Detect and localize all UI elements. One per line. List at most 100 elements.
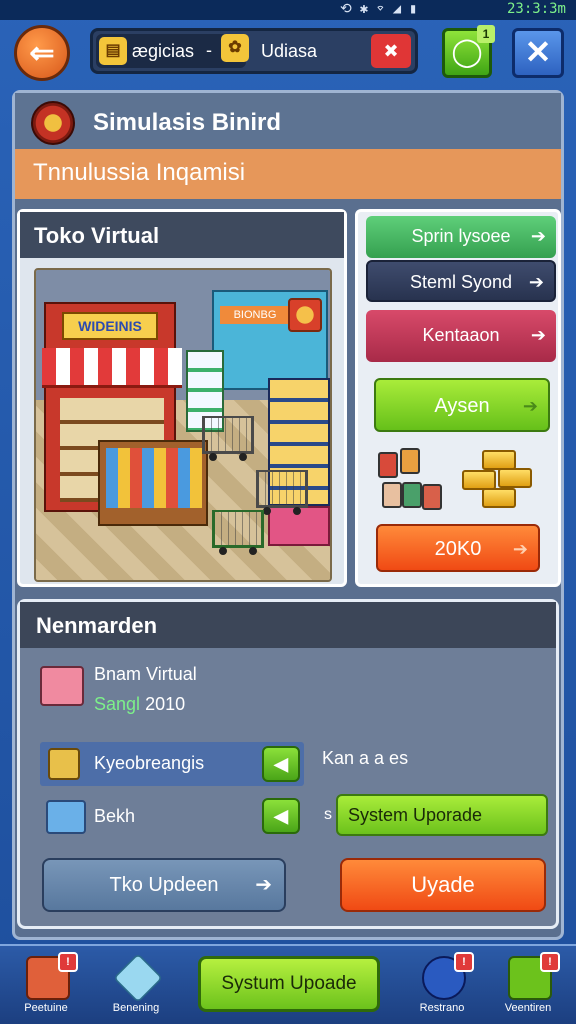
system-upgrade-button[interactable]: System Uporade (336, 794, 548, 836)
menu-label: 20K0 (434, 538, 482, 560)
nav-system-upgrade-button[interactable]: Systum Upoade (198, 956, 380, 1012)
arrow-right-icon: ➔ (255, 874, 272, 896)
gold-bar (482, 488, 516, 508)
jar (422, 484, 442, 510)
resource-bar: ▤ ægicias - ✿ Udiasa ✖ (90, 28, 418, 74)
nav-item-gem[interactable]: Benening (100, 953, 172, 1020)
arrow-right-icon: ➔ (522, 396, 538, 416)
cart-wheel (249, 547, 257, 555)
info-sub-label: Sangl (94, 694, 141, 714)
chevron-left-icon: ◀ (274, 754, 288, 774)
store-awning (42, 348, 182, 388)
arrow-right-icon: ➔ (530, 226, 546, 246)
top-bar: ⇐ ▤ ægicias - ✿ Udiasa ✖ ◯ 1 ✕ (0, 20, 576, 86)
menu-button-3[interactable]: Kentaaon ➔ (366, 310, 556, 362)
nav-item-stats[interactable]: ! Restrano (406, 952, 478, 1020)
pizza-icon (288, 298, 322, 332)
refresh-button[interactable]: ◯ 1 (442, 25, 495, 78)
arrow-right-icon: ➔ (512, 539, 528, 559)
menu-button-1[interactable]: Sprin lysoee ➔ (366, 216, 556, 258)
back-arrow-icon: ⇐ (29, 36, 55, 70)
jar (378, 452, 398, 478)
side-menu: Sprin lysoee ➔ Steml Syond ➔ Kentaaon ➔ … (355, 209, 561, 587)
shop-update-button[interactable]: Tko Updeen ➔ (42, 858, 286, 912)
cart-wheel (239, 453, 247, 461)
jar (382, 482, 402, 508)
gold-bar (482, 450, 516, 470)
bottom-navbar: ! Peetuine Benening Systum Upoade ! Rest… (0, 944, 576, 1024)
info-sub-value: 2010 (145, 694, 186, 714)
upgrade-row-1[interactable]: Kyeobreangis ◀ (40, 742, 304, 786)
info-subtitle: Sangl 2010 (94, 694, 185, 715)
button-label: Tko Updeen (109, 874, 219, 896)
food-kiosk[interactable]: BIONBG (212, 290, 328, 390)
upgrade-button[interactable]: Uyade (340, 858, 546, 912)
cart-wheel (263, 507, 271, 515)
row-confirm-button[interactable]: ◀ (262, 746, 300, 782)
resource-close-button[interactable]: ✖ (371, 34, 411, 68)
management-section: Nenmarden Bnam Virtual Sangl 2010 Kyeobr… (17, 599, 559, 929)
jar (402, 482, 422, 508)
back-button[interactable]: ⇐ (14, 25, 70, 81)
resource-chip-dash: - (206, 40, 212, 60)
menu-label: Sprin lysoee (411, 226, 511, 246)
status-text: Kan a a es (322, 748, 409, 768)
nav-badge: ! (454, 952, 474, 972)
shop-box-icon (40, 666, 84, 706)
resource-label: Udiasa (261, 41, 318, 61)
menu-button-4[interactable]: Aysen ➔ (374, 378, 550, 432)
gold-bar (498, 468, 532, 488)
gold-bars-icon (462, 448, 542, 514)
nav-item-list[interactable]: ! Veentiren (492, 952, 564, 1020)
nav-badge: ! (540, 952, 560, 972)
menu-label: Aysen (434, 395, 490, 417)
app-title: Simulasis Binird (93, 109, 282, 136)
row-confirm-button[interactable]: ◀ (262, 798, 300, 834)
diamond-icon (113, 953, 163, 1003)
nav-label: Peetuine (24, 1002, 68, 1014)
row-label: Kyeobreangis (94, 753, 205, 773)
status-icons: ⟲✱⌔◢▮ (340, 1, 426, 17)
menu-button-5[interactable]: 20K0 ➔ (376, 524, 540, 572)
chevron-left-icon: ◀ (274, 806, 288, 826)
cart-wheel (219, 547, 227, 555)
nav-badge: ! (58, 952, 78, 972)
shop-scene[interactable]: BIONBG WIDEINIS (34, 268, 332, 582)
info-title: Bnam Virtual (94, 664, 197, 684)
coin-icon: ▤ (99, 37, 127, 65)
arrow-right-icon: ➔ (530, 325, 546, 345)
menu-label: Steml Syond (409, 272, 513, 292)
section-title: Nenmarden (20, 602, 556, 648)
nav-label: Veentiren (504, 1002, 552, 1014)
title-row: Simulasis Binird (15, 93, 561, 149)
shopping-cart-icon[interactable] (212, 510, 264, 555)
menu-button-2[interactable]: Steml Syond ➔ (366, 260, 556, 302)
row-marker: s (324, 806, 332, 823)
shopping-cart-icon[interactable] (256, 470, 308, 515)
menu-label: Kentaaon (422, 325, 500, 345)
crate-icon (48, 748, 80, 780)
goods-display (106, 448, 202, 508)
blocks-icon (46, 800, 86, 834)
close-icon: ✖ (383, 41, 399, 61)
gem-icon: ✿ (221, 34, 249, 62)
resource-chip-label: ægicias (132, 41, 195, 61)
store-sign: WIDEINIS (62, 312, 158, 340)
nav-label: Benening (112, 1002, 160, 1014)
refresh-badge: 1 (477, 25, 495, 43)
cart-wheel (209, 453, 217, 461)
shop-title: Toko Virtual (20, 212, 344, 258)
exit-button[interactable]: ✕ (512, 28, 564, 78)
shopping-cart-icon[interactable] (202, 416, 254, 461)
goods-counter[interactable] (98, 440, 208, 526)
app-logo (31, 101, 75, 145)
gold-bar (462, 470, 496, 490)
x-icon: ✕ (524, 34, 552, 70)
main-panel: Simulasis Binird Tnnulussia Inqamisi Tok… (12, 90, 564, 940)
jar (400, 448, 420, 474)
nav-item-home[interactable]: ! Peetuine (10, 952, 82, 1020)
kiosk-sign: BIONBG (220, 306, 290, 324)
arrow-right-icon: ➔ (528, 272, 544, 292)
cart-wheel (293, 507, 301, 515)
shop-section: Toko Virtual BIONBG WIDEINIS (17, 209, 347, 587)
